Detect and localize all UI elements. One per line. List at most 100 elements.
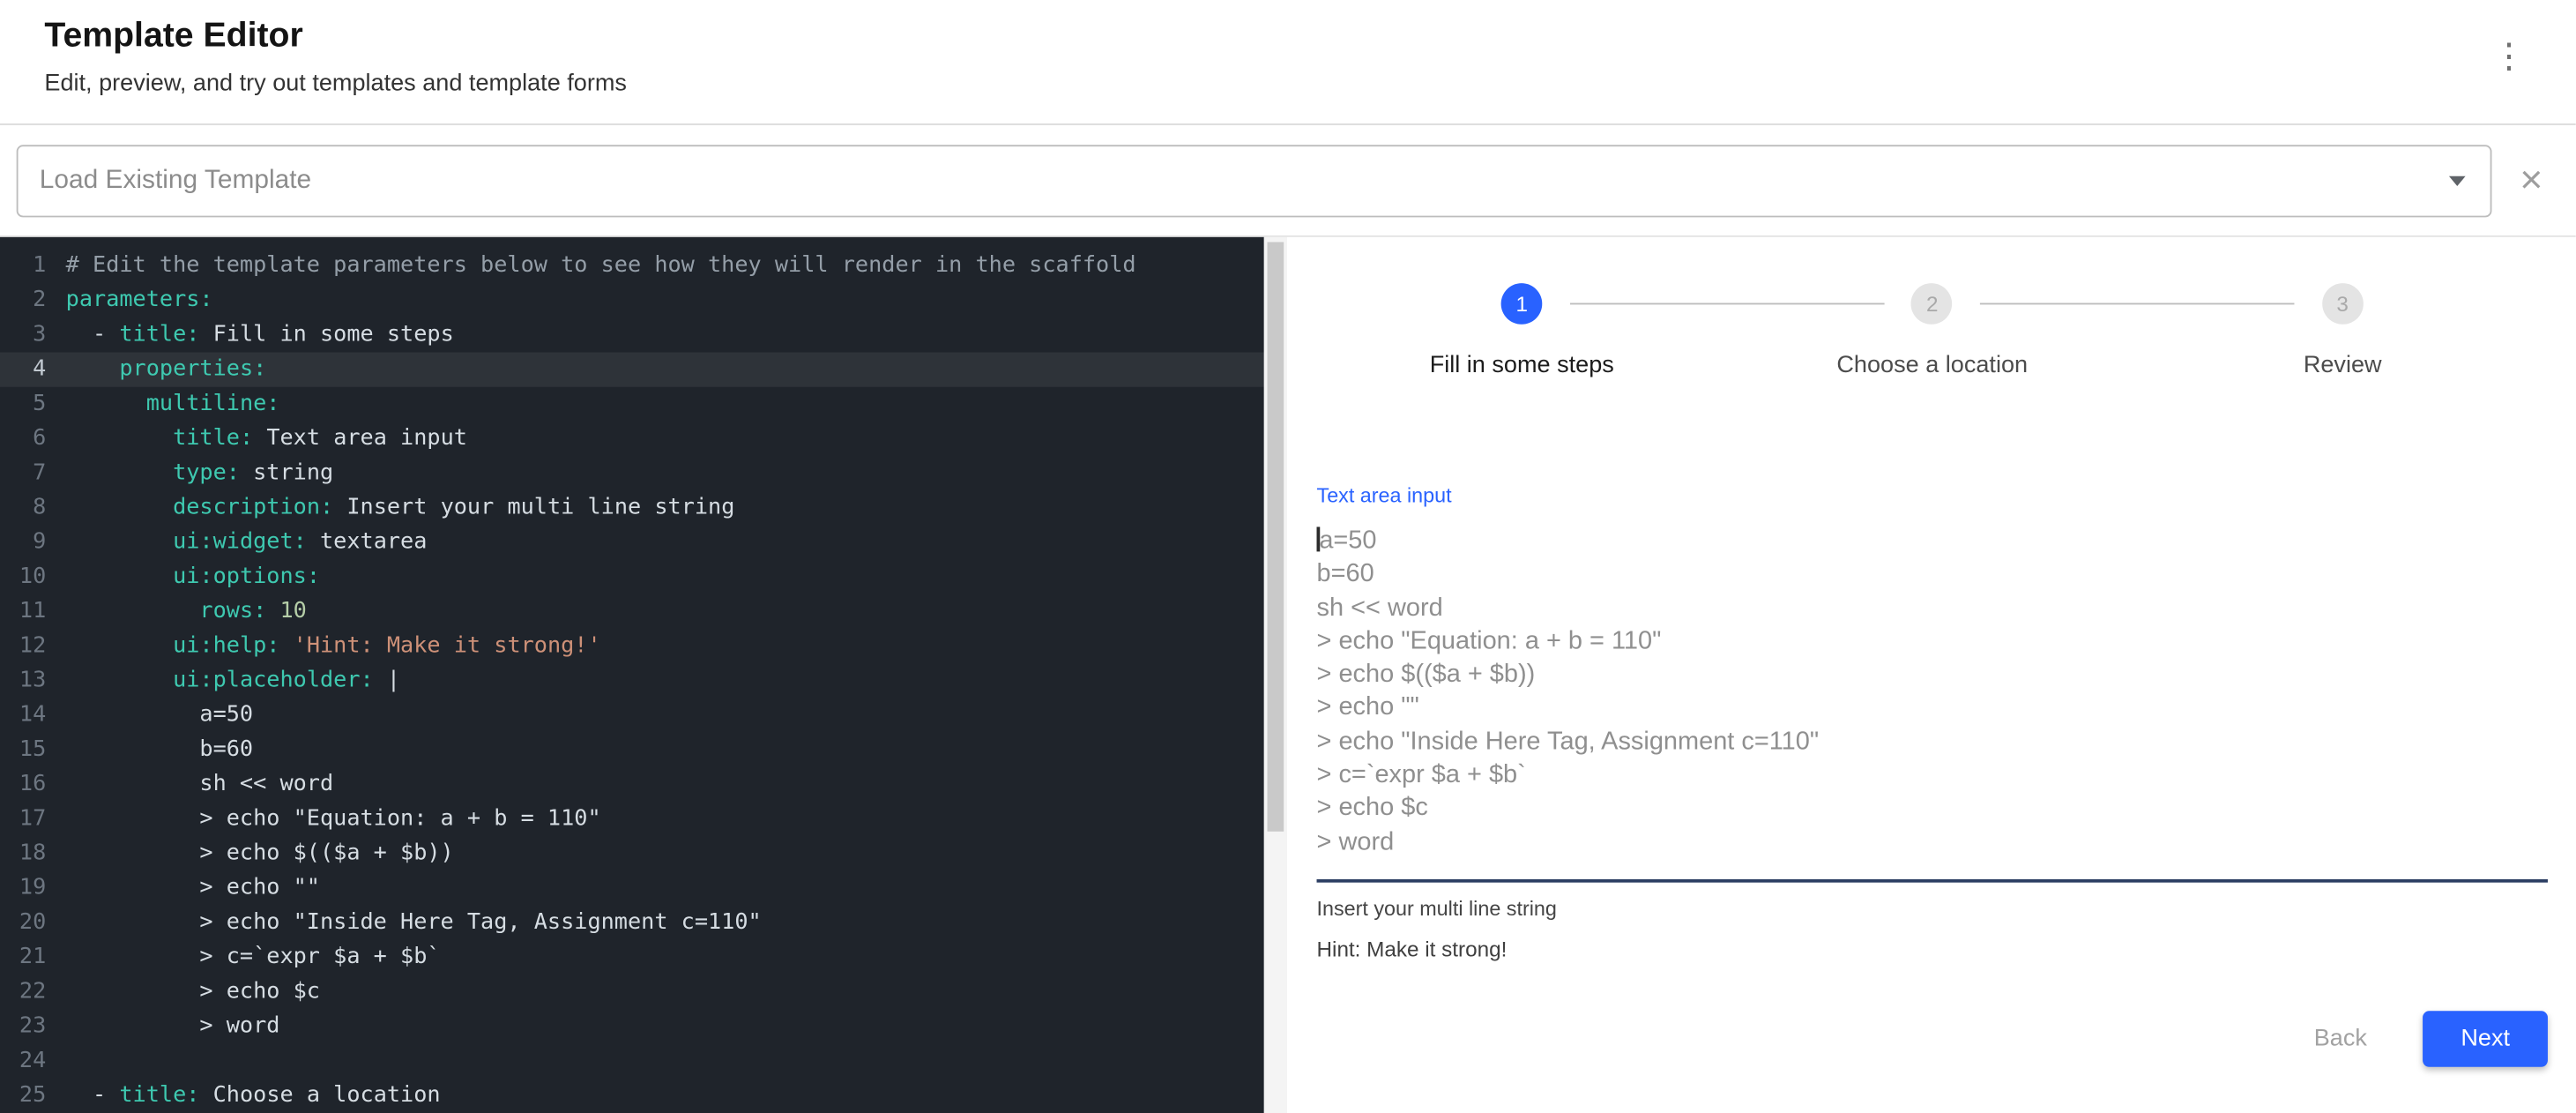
back-button[interactable]: Back	[2297, 1012, 2384, 1065]
code-line-21[interactable]: 21 > c=`expr $a + $b`	[0, 940, 1264, 975]
line-number: 13	[0, 663, 46, 698]
line-number: 20	[0, 906, 46, 940]
code-line-12[interactable]: 12 ui:help: 'Hint: Make it strong!'	[0, 629, 1264, 663]
code-line-24[interactable]: 24	[0, 1044, 1264, 1079]
kebab-menu-button[interactable]: ⋮	[2479, 36, 2540, 78]
template-editor-page: Template Editor Edit, preview, and try o…	[0, 0, 2576, 1113]
load-template-placeholder: Load Existing Template	[40, 166, 311, 196]
load-template-select[interactable]: Load Existing Template	[17, 144, 2492, 216]
step-icon: 3	[2322, 283, 2364, 325]
step-icon: 1	[1501, 283, 1543, 325]
code-line-text: ui:placeholder: |	[66, 663, 400, 698]
line-number: 5	[0, 387, 46, 422]
textarea-placeholder: a=50b=60sh << word> echo "Equation: a + …	[1317, 526, 2548, 860]
code-line-text: properties:	[66, 353, 267, 387]
code-line-text: ui:help: 'Hint: Make it strong!'	[66, 629, 601, 663]
line-number: 3	[0, 317, 46, 352]
code-line-2[interactable]: 2parameters:	[0, 283, 1264, 317]
field-label: Text area input	[1317, 484, 2548, 507]
code-line-22[interactable]: 22 > echo $c	[0, 975, 1264, 1009]
line-number: 15	[0, 733, 46, 767]
code-line-16[interactable]: 16 sh << word	[0, 767, 1264, 802]
code-line-text: > echo $c	[66, 975, 320, 1009]
text-cursor	[1317, 527, 1320, 551]
stepper: 1Fill in some steps2Choose a location3Re…	[1317, 237, 2548, 379]
code-line-13[interactable]: 13 ui:placeholder: |	[0, 663, 1264, 698]
line-number: 2	[0, 283, 46, 317]
editor-scrollbar-thumb[interactable]	[1268, 242, 1284, 831]
placeholder-line: a=50	[1317, 526, 2548, 559]
code-line-17[interactable]: 17 > echo "Equation: a + b = 110"	[0, 802, 1264, 836]
code-line-8[interactable]: 8 description: Insert your multi line st…	[0, 490, 1264, 525]
code-line-text: multiline:	[66, 387, 280, 422]
page-title: Template Editor	[44, 17, 627, 56]
code-line-text: rows: 10	[66, 594, 307, 629]
code-line-6[interactable]: 6 title: Text area input	[0, 422, 1264, 456]
code-line-5[interactable]: 5 multiline:	[0, 387, 1264, 422]
code-line-23[interactable]: 23 > word	[0, 1009, 1264, 1043]
code-line-1[interactable]: 1# Edit the template parameters below to…	[0, 249, 1264, 283]
yaml-editor[interactable]: 1# Edit the template parameters below to…	[0, 237, 1264, 1113]
next-button[interactable]: Next	[2423, 1011, 2548, 1066]
code-line-text: # Edit the template parameters below to …	[66, 249, 1136, 283]
code-line-text: > echo "Inside Here Tag, Assignment c=11…	[66, 906, 762, 940]
step-2: 2Choose a location	[1727, 283, 2137, 378]
code-line-25[interactable]: 25 - title: Choose a location	[0, 1079, 1264, 1113]
code-line-text: - title: Fill in some steps	[66, 317, 454, 352]
code-line-19[interactable]: 19 > echo ""	[0, 871, 1264, 906]
code-line-text: > word	[66, 1009, 280, 1043]
page-subtitle: Edit, preview, and try out templates and…	[44, 71, 627, 97]
line-number: 17	[0, 802, 46, 836]
code-line-11[interactable]: 11 rows: 10	[0, 594, 1264, 629]
line-number: 22	[0, 975, 46, 1009]
line-number: 25	[0, 1079, 46, 1113]
placeholder-line: > echo "Equation: a + b = 110"	[1317, 625, 2548, 659]
code-line-text: > echo $(($a + $b))	[66, 836, 454, 870]
page-header-text: Template Editor Edit, preview, and try o…	[44, 17, 627, 97]
code-line-15[interactable]: 15 b=60	[0, 733, 1264, 767]
line-number: 4	[0, 353, 46, 387]
page-header: Template Editor Edit, preview, and try o…	[0, 0, 2576, 125]
line-number: 14	[0, 698, 46, 733]
code-line-text: b=60	[66, 733, 253, 767]
code-line-3[interactable]: 3 - title: Fill in some steps	[0, 317, 1264, 352]
step-connector	[1980, 303, 2295, 305]
content-split: 1 # Edit the template parameters below to…	[0, 237, 2576, 1113]
multiline-textarea[interactable]: a=50b=60sh << word> echo "Equation: a + …	[1317, 526, 2548, 883]
editor-scrollbar[interactable]	[1264, 237, 1287, 1113]
line-number: 18	[0, 836, 46, 870]
field-hint: Hint: Make it strong!	[1317, 937, 2548, 961]
code-line-4[interactable]: 4 properties:	[0, 353, 1264, 387]
line-number: 9	[0, 526, 46, 560]
placeholder-line: sh << word	[1317, 592, 2548, 625]
line-number: 23	[0, 1009, 46, 1043]
line-number: 11	[0, 594, 46, 629]
step-1: 1Fill in some steps	[1317, 283, 1727, 378]
code-line-7[interactable]: 7 type: string	[0, 456, 1264, 490]
line-number: 21	[0, 940, 46, 975]
code-line-20[interactable]: 20 > echo "Inside Here Tag, Assignment c…	[0, 906, 1264, 940]
code-line-text: ui:widget: textarea	[66, 526, 428, 560]
placeholder-line: > c=`expr $a + $b`	[1317, 759, 2548, 793]
placeholder-line: > echo ""	[1317, 692, 2548, 726]
placeholder-line: > word	[1317, 826, 2548, 860]
field-description: Insert your multi line string	[1317, 897, 2548, 920]
chevron-down-icon	[2449, 176, 2466, 185]
line-number: 12	[0, 629, 46, 663]
code-line-10[interactable]: 10 ui:options:	[0, 560, 1264, 594]
kebab-icon: ⋮	[2491, 38, 2526, 76]
line-number: 6	[0, 422, 46, 456]
code-line-14[interactable]: 14 a=50	[0, 698, 1264, 733]
code-line-text: title: Text area input	[66, 422, 467, 456]
clear-template-button[interactable]: ×	[2513, 161, 2550, 200]
placeholder-line: > echo $(($a + $b))	[1317, 659, 2548, 692]
code-line-text: a=50	[66, 698, 253, 733]
code-line-text: ui:options:	[66, 560, 320, 594]
line-number: 19	[0, 871, 46, 906]
code-line-text: sh << word	[66, 767, 333, 802]
code-line-18[interactable]: 18 > echo $(($a + $b))	[0, 836, 1264, 870]
placeholder-line: > echo "Inside Here Tag, Assignment c=11…	[1317, 726, 2548, 759]
step-label: Choose a location	[1836, 353, 2028, 379]
code-line-9[interactable]: 9 ui:widget: textarea	[0, 526, 1264, 560]
code-line-text: - title: Choose a location	[66, 1079, 441, 1113]
